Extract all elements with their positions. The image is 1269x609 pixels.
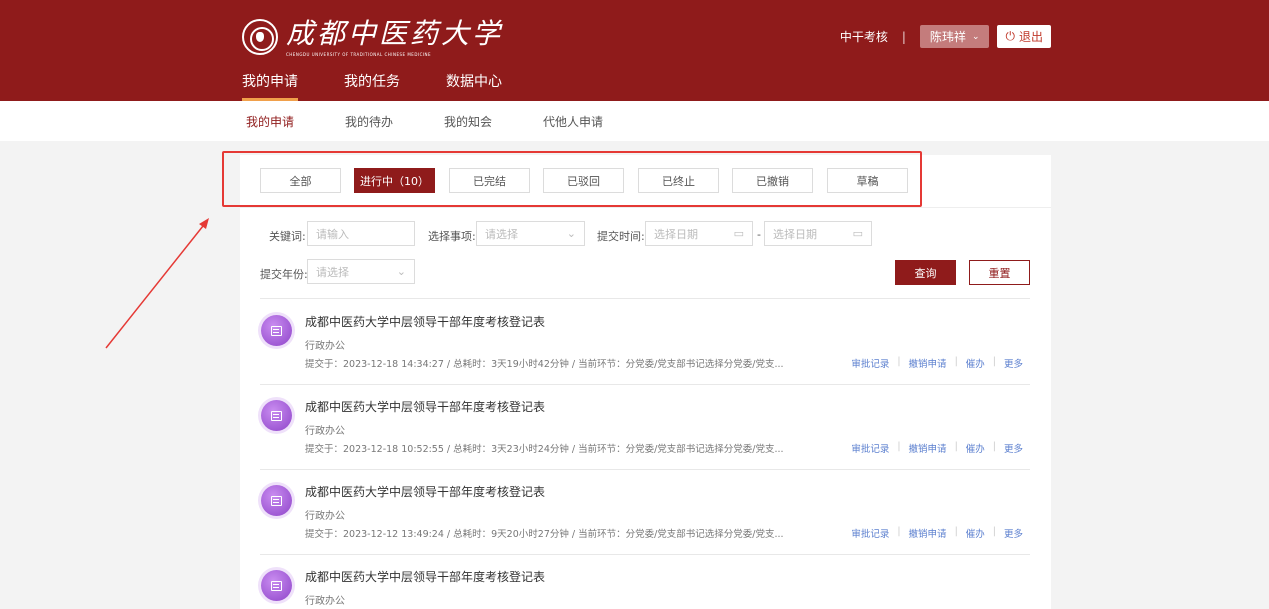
revoke-application-link[interactable]: 撤销申请 [909,526,947,540]
user-menu-button[interactable]: 陈玮祥 ⌄ [919,25,990,48]
start-date-picker[interactable]: 选择日期 ▭ [645,221,753,246]
list-item[interactable]: 成都中医药大学中层领导干部年度考核登记表 行政办公 提交于：2023-12-18… [260,384,1030,469]
logo-title: 成都中医药大学 [286,16,504,50]
logout-button[interactable]: ⏻ 退出 [997,25,1051,48]
more-link[interactable]: 更多 [1004,356,1023,370]
form-avatar [261,315,292,346]
item-actions: 审批记录 | 撤销申请 | 催办 | 更多 [851,441,1023,455]
item-title[interactable]: 成都中医药大学中层领导干部年度考核登记表 [305,398,545,415]
item-meta: 提交于：2023-12-18 10:52:55 / 总耗时：3天23小时24分钟… [305,444,784,455]
item-department: 行政办公 [305,596,345,607]
logo-subtitle: CHENGDU UNIVERSITY OF TRADITIONAL CHINES… [286,51,432,57]
header-separator: | [901,29,906,44]
document-icon [271,495,282,506]
more-link[interactable]: 更多 [1004,526,1023,540]
sub-nav: 我的申请 我的待办 我的知会 代他人申请 [0,101,1269,141]
power-icon: ⏻ [1005,29,1015,43]
year-select[interactable]: 请选择 ⌄ [307,259,415,284]
item-title[interactable]: 成都中医药大学中层领导干部年度考核登记表 [305,313,545,330]
item-actions: 审批记录 | 撤销申请 | 催办 | 更多 [851,356,1023,370]
end-date-picker[interactable]: 选择日期 ▭ [764,221,872,246]
chevron-down-icon: ⌄ [566,227,576,240]
keyword-input[interactable]: 请输入 [307,221,415,246]
item-meta: 提交于：2023-12-12 13:49:24 / 总耗时：9天20小时27分钟… [305,529,784,540]
submit-year-label: 提交年份: [260,268,308,281]
app-header: 成都中医药大学 CHENGDU UNIVERSITY OF TRADITIONA… [0,0,1269,101]
cadre-assessment-link[interactable]: 中干考核 [840,28,888,45]
revoke-application-link[interactable]: 撤销申请 [909,356,947,370]
urge-link[interactable]: 催办 [966,526,985,540]
more-link[interactable]: 更多 [1004,441,1023,455]
urge-link[interactable]: 催办 [966,356,985,370]
item-department: 行政办公 [305,341,345,352]
item-department: 行政办公 [305,511,345,522]
document-icon [271,410,282,421]
form-avatar [261,400,292,431]
form-avatar [261,485,292,516]
date-range-dash: - [757,228,761,241]
item-meta: 提交于：2023-12-18 14:34:27 / 总耗时：3天19小时42分钟… [305,359,784,370]
approval-record-link[interactable]: 审批记录 [851,526,889,540]
approval-record-link[interactable]: 审批记录 [851,441,889,455]
item-label: 选择事项: [428,230,476,243]
item-title[interactable]: 成都中医药大学中层领导干部年度考核登记表 [305,568,545,585]
chevron-down-icon: ⌄ [971,31,980,42]
item-title[interactable]: 成都中医药大学中层领导干部年度考核登记表 [305,483,545,500]
university-emblem-icon [242,19,278,55]
nav-data-center[interactable]: 数据中心 [446,72,502,101]
document-icon [271,580,282,591]
revoke-application-link[interactable]: 撤销申请 [909,441,947,455]
submit-time-label: 提交时间: [597,230,645,243]
subnav-my-applications[interactable]: 我的申请 [246,113,294,130]
nav-my-tasks[interactable]: 我的任务 [344,72,400,101]
item-select[interactable]: 请选择 ⌄ [476,221,585,246]
user-name: 陈玮祥 [929,30,966,44]
query-button[interactable]: 查询 [895,260,956,285]
subnav-my-notifications[interactable]: 我的知会 [444,113,492,130]
list-item[interactable]: 成都中医药大学中层领导干部年度考核登记表 行政办公 [260,554,1030,609]
document-icon [271,325,282,336]
calendar-icon: ▭ [733,227,744,240]
university-logo[interactable]: 成都中医药大学 CHENGDU UNIVERSITY OF TRADITIONA… [242,14,503,60]
item-actions: 审批记录 | 撤销申请 | 催办 | 更多 [851,526,1023,540]
divider [240,207,1051,208]
logout-label: 退出 [1018,30,1043,44]
calendar-icon: ▭ [852,227,863,240]
form-avatar [261,570,292,601]
urge-link[interactable]: 催办 [966,441,985,455]
keyword-label: 关键词: [269,230,306,243]
list-item[interactable]: 成都中医药大学中层领导干部年度考核登记表 行政办公 提交于：2023-12-18… [260,299,1030,384]
header-actions: 中干考核 | 陈玮祥 ⌄ ⏻ 退出 [840,25,1051,48]
nav-my-applications[interactable]: 我的申请 [242,72,298,101]
highlight-box [222,151,922,207]
approval-record-link[interactable]: 审批记录 [851,356,889,370]
main-nav: 我的申请 我的任务 数据中心 [242,72,548,101]
list-item[interactable]: 成都中医药大学中层领导干部年度考核登记表 行政办公 提交于：2023-12-12… [260,469,1030,554]
subnav-apply-for-others[interactable]: 代他人申请 [543,113,603,130]
chevron-down-icon: ⌄ [396,265,406,278]
item-department: 行政办公 [305,426,345,437]
reset-button[interactable]: 重置 [969,260,1030,285]
subnav-my-todo[interactable]: 我的待办 [345,113,393,130]
